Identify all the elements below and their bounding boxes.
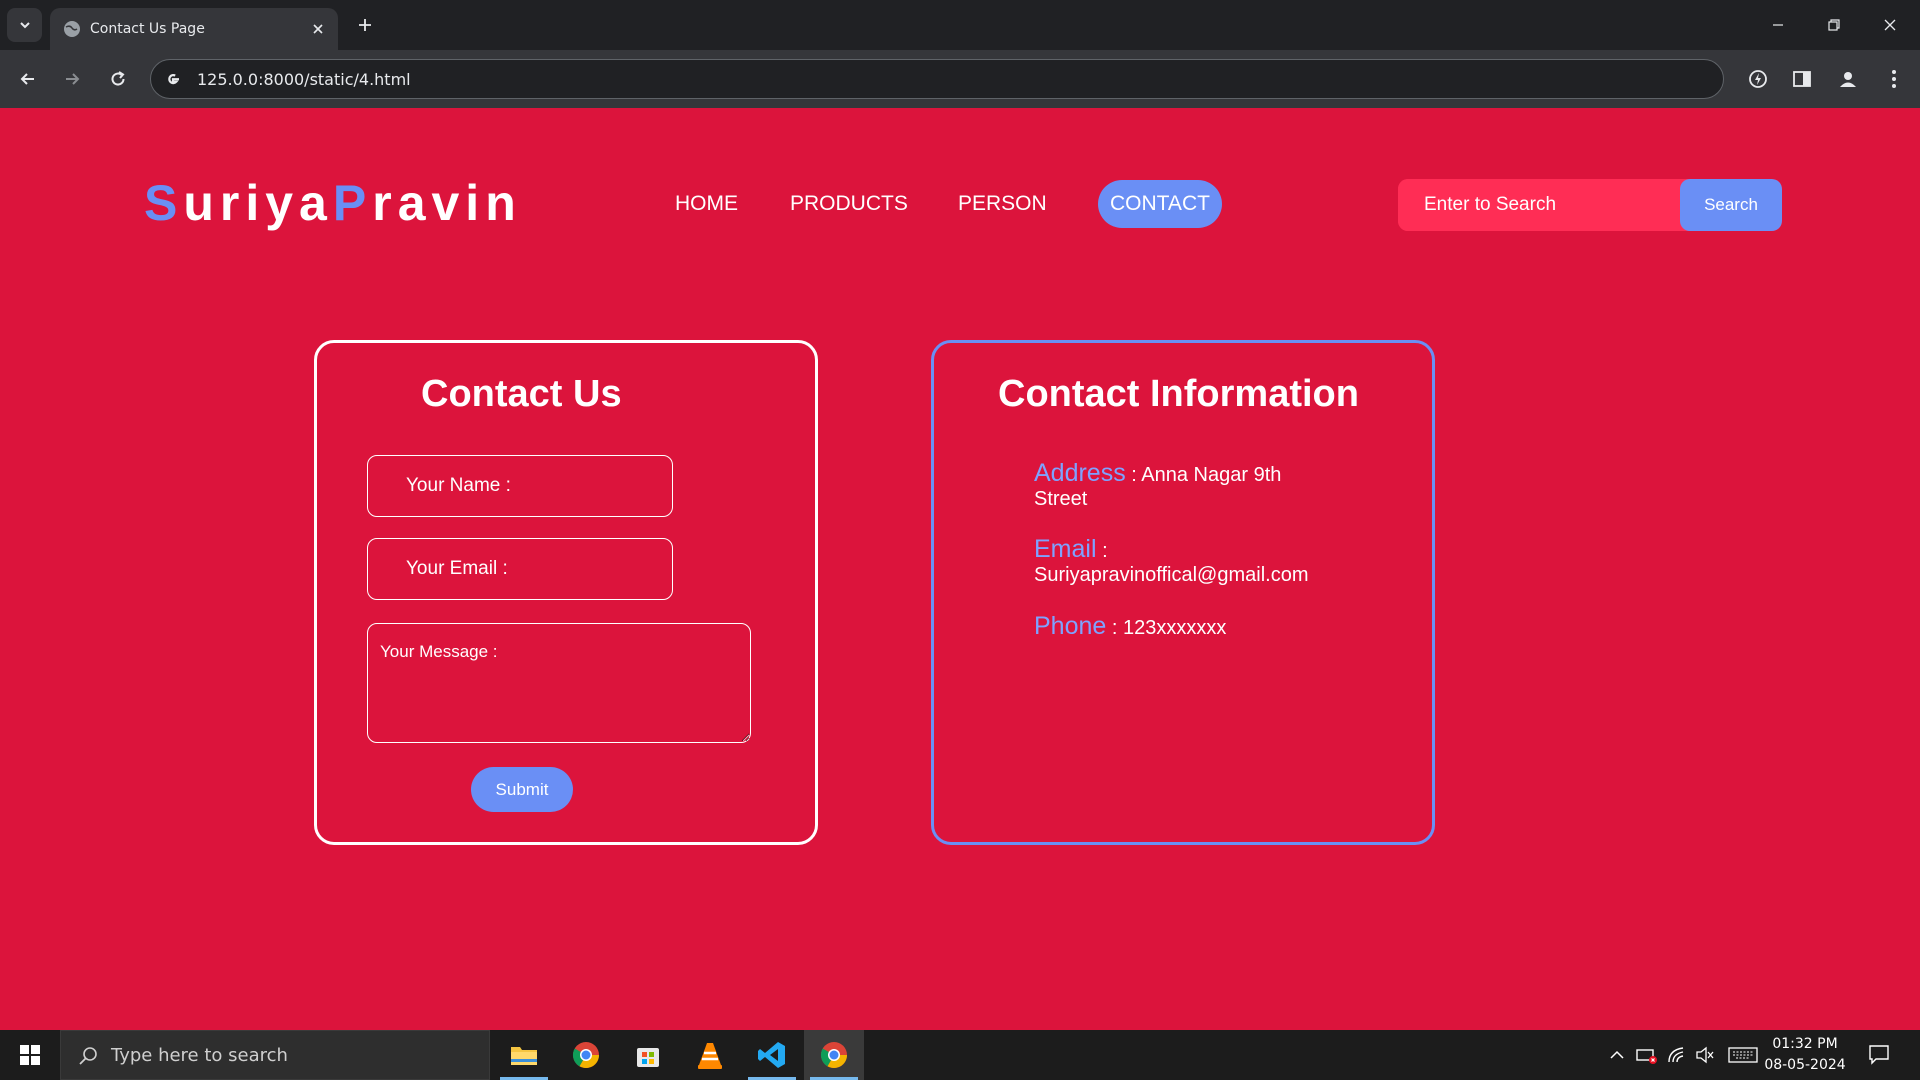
- nav-home[interactable]: HOME: [663, 180, 750, 228]
- vlc-icon: [698, 1043, 722, 1069]
- keyboard-icon: [1728, 1047, 1758, 1063]
- restore-button[interactable]: [1814, 8, 1854, 42]
- name-field[interactable]: [367, 455, 673, 517]
- notification-icon: [1869, 1045, 1889, 1065]
- phone-label: Phone: [1034, 612, 1107, 640]
- windows-icon: [20, 1045, 40, 1065]
- forward-button[interactable]: [56, 63, 88, 95]
- avatar-icon: [1840, 72, 1856, 87]
- phone-row: Phone : 123xxxxxxx: [1034, 614, 1334, 640]
- contact-info-title: Contact Information: [998, 373, 1359, 415]
- clock[interactable]: 01:32 PM 08-05-2024: [1762, 1034, 1848, 1076]
- show-hidden-icons-button[interactable]: [1606, 1045, 1628, 1065]
- browser-toolbar: 125.0.0:8000/static/4.html: [0, 50, 1920, 108]
- address-bar[interactable]: 125.0.0:8000/static/4.html: [150, 59, 1724, 99]
- side-panel-icon: [1793, 71, 1811, 87]
- taskbar-chrome-active[interactable]: [804, 1030, 864, 1080]
- volume-status[interactable]: [1694, 1045, 1716, 1065]
- vscode-icon: [758, 1042, 785, 1068]
- close-tab-button[interactable]: [308, 19, 328, 39]
- url-text: 125.0.0:8000/static/4.html: [197, 70, 411, 89]
- search-input[interactable]: [1398, 179, 1680, 231]
- notifications-button[interactable]: [1868, 1044, 1890, 1065]
- nav-contact[interactable]: CONTACT: [1098, 180, 1222, 228]
- chevron-up-icon: [1610, 1050, 1624, 1059]
- battery-status[interactable]: [1636, 1045, 1658, 1065]
- restore-icon: [1828, 19, 1840, 31]
- clock-time: 01:32 PM: [1772, 1036, 1838, 1052]
- logo-text-first: uriya: [183, 175, 333, 231]
- reload-icon: [111, 71, 125, 86]
- side-panel-button[interactable]: [1786, 63, 1818, 95]
- keyboard-button[interactable]: [1728, 1045, 1758, 1065]
- chevron-down-icon: [19, 22, 30, 29]
- taskbar-store[interactable]: [618, 1030, 678, 1080]
- email-value: Suriyapravinoffical@gmail.com: [1034, 564, 1309, 586]
- logo-initial-p: P: [332, 175, 373, 231]
- logo-initial-s: S: [144, 175, 184, 231]
- menu-button[interactable]: [1878, 63, 1910, 95]
- close-icon: [1884, 19, 1896, 31]
- chrome-icon: [572, 1042, 600, 1069]
- battery-warning-icon: [1636, 1049, 1657, 1064]
- nav-person[interactable]: PERSON: [946, 180, 1059, 228]
- start-button[interactable]: [0, 1030, 60, 1080]
- address-row: Address : Anna Nagar 9th Street: [1034, 461, 1334, 511]
- volume-muted-icon: [1696, 1046, 1714, 1064]
- taskbar-vscode[interactable]: [742, 1030, 802, 1080]
- taskbar-file-explorer[interactable]: [494, 1030, 554, 1080]
- close-icon: [313, 24, 323, 34]
- globe-icon: [64, 21, 80, 37]
- network-status[interactable]: [1666, 1045, 1688, 1065]
- reload-button[interactable]: [102, 63, 134, 95]
- browser-tab[interactable]: Contact Us Page: [50, 8, 338, 50]
- search-icon: [79, 1047, 97, 1065]
- more-vertical-icon: [1892, 70, 1896, 88]
- google-icon: [168, 74, 179, 85]
- contact-info-card: Contact Information Address : Anna Nagar…: [931, 340, 1435, 845]
- contact-form-title: Contact Us: [421, 373, 622, 415]
- email-field[interactable]: [367, 538, 673, 600]
- arrow-right-icon: [66, 73, 80, 85]
- taskbar: Type here to search 01:32 PM 08-05-2024: [0, 1030, 1920, 1080]
- browser-tab-bar: Contact Us Page: [0, 0, 1920, 50]
- taskbar-chrome[interactable]: [556, 1030, 616, 1080]
- minimize-icon: [1773, 24, 1783, 26]
- new-tab-button[interactable]: [352, 12, 378, 38]
- clock-date: 08-05-2024: [1764, 1057, 1846, 1073]
- arrow-left-icon: [20, 73, 34, 85]
- site-logo[interactable]: SuriyaPravin: [144, 174, 522, 232]
- email-row: Email : Suriyapravinoffical@gmail.com: [1034, 535, 1309, 587]
- nav-products[interactable]: PRODUCTS: [778, 180, 920, 228]
- tab-search-button[interactable]: [7, 8, 42, 42]
- close-window-button[interactable]: [1870, 8, 1910, 42]
- tab-title: Contact Us Page: [90, 21, 205, 37]
- extension-button[interactable]: [1742, 63, 1774, 95]
- submit-button[interactable]: Submit: [471, 767, 573, 812]
- folder-icon: [511, 1047, 537, 1065]
- message-field[interactable]: [367, 623, 751, 743]
- taskbar-search-text: Type here to search: [111, 1045, 288, 1066]
- logo-text-second: ravin: [372, 175, 522, 231]
- search-button[interactable]: Search: [1680, 179, 1782, 231]
- profile-button[interactable]: [1832, 63, 1864, 95]
- site-search: Search: [1398, 179, 1782, 231]
- email-label: Email: [1034, 535, 1097, 563]
- taskbar-search[interactable]: Type here to search: [60, 1030, 490, 1080]
- address-label: Address: [1034, 459, 1126, 487]
- wifi-icon: [1668, 1047, 1684, 1063]
- performance-icon: [1749, 70, 1767, 88]
- minimize-button[interactable]: [1758, 8, 1798, 42]
- plus-icon: [359, 19, 371, 31]
- taskbar-vlc[interactable]: [680, 1030, 740, 1080]
- phone-value: : 123xxxxxxx: [1111, 617, 1227, 639]
- contact-form-card: Contact Us Submit: [314, 340, 818, 845]
- store-icon: [637, 1048, 659, 1067]
- back-button[interactable]: [12, 63, 44, 95]
- chrome-icon: [820, 1042, 848, 1069]
